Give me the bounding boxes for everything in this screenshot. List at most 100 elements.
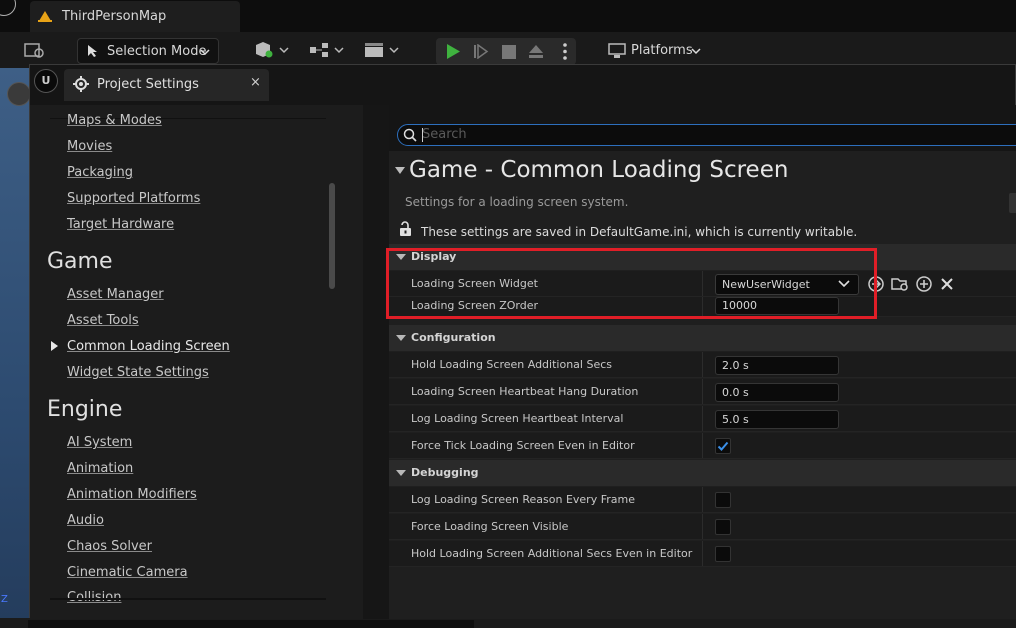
number-input[interactable]: 0.0 s bbox=[715, 383, 839, 402]
nav-item-widget-state-settings[interactable]: Widget State Settings bbox=[67, 365, 209, 380]
nav-item-packaging[interactable]: Packaging bbox=[67, 165, 133, 180]
selection-mode-label: Selection Mode bbox=[107, 44, 207, 59]
more-options-icon[interactable] bbox=[563, 43, 567, 60]
nav-item-movies[interactable]: Movies bbox=[67, 139, 112, 154]
checkbox[interactable] bbox=[715, 492, 731, 508]
project-settings-tab[interactable]: Project Settings × bbox=[64, 69, 269, 101]
cursor-icon bbox=[88, 45, 97, 57]
search-icon bbox=[403, 128, 417, 142]
eject-icon[interactable] bbox=[528, 44, 544, 59]
search-input[interactable]: Search bbox=[397, 124, 1016, 146]
add-new-icon[interactable] bbox=[915, 275, 933, 293]
number-input[interactable]: 5.0 s bbox=[715, 410, 839, 429]
project-settings-window: U Project Settings × Maps & Modes Movies… bbox=[29, 64, 1016, 619]
clear-icon[interactable] bbox=[939, 276, 955, 292]
property-row: Loading Screen Heartbeat Hang Duration 0… bbox=[389, 379, 1016, 405]
nav-item-maps-modes[interactable]: Maps & Modes bbox=[67, 113, 162, 128]
nav-item-animation-modifiers[interactable]: Animation Modifiers bbox=[67, 487, 197, 502]
property-row: Force Loading Screen Visible bbox=[389, 514, 1016, 540]
browse-asset-icon[interactable] bbox=[891, 275, 909, 293]
chevron-down-icon bbox=[200, 49, 210, 56]
property-name: Loading Screen Widget bbox=[411, 277, 538, 290]
settings-panel: Game - Common Loading Screen Settings fo… bbox=[389, 151, 1016, 619]
nav-item-asset-tools[interactable]: Asset Tools bbox=[67, 313, 139, 328]
number-input[interactable]: 2.0 s bbox=[715, 356, 839, 375]
axis-z-label: Z bbox=[1, 594, 8, 605]
nav-item-chaos-solver[interactable]: Chaos Solver bbox=[67, 539, 152, 554]
widget-class-picker[interactable]: NewUserWidget bbox=[715, 274, 859, 295]
window-menu-button[interactable] bbox=[0, 0, 16, 16]
nav-item-audio[interactable]: Audio bbox=[67, 513, 104, 528]
checkmark-icon bbox=[717, 441, 729, 451]
close-tab-button[interactable]: × bbox=[250, 75, 261, 90]
nav-item-asset-manager[interactable]: Asset Manager bbox=[67, 287, 164, 302]
level-icon bbox=[38, 11, 52, 22]
property-name: Log Loading Screen Heartbeat Interval bbox=[411, 412, 624, 425]
advance-frame-icon[interactable] bbox=[473, 44, 489, 59]
blueprint-icon[interactable] bbox=[309, 41, 345, 59]
property-row: Hold Loading Screen Additional Secs 2.0 … bbox=[389, 352, 1016, 378]
map-tab[interactable]: ThirdPersonMap bbox=[30, 1, 240, 32]
property-name: Loading Screen Heartbeat Hang Duration bbox=[411, 385, 639, 398]
project-settings-title: Project Settings bbox=[97, 77, 199, 92]
collapse-arrow-icon[interactable] bbox=[395, 167, 405, 174]
property-row: Hold Loading Screen Additional Secs Even… bbox=[389, 541, 1016, 567]
property-name: Force Tick Loading Screen Even in Editor bbox=[411, 439, 635, 452]
selection-mode-dropdown[interactable]: Selection Mode bbox=[77, 38, 219, 64]
side-panel-tab[interactable] bbox=[1009, 193, 1016, 213]
collapse-arrow-icon bbox=[396, 470, 406, 476]
nav-item-cinematic-camera[interactable]: Cinematic Camera bbox=[67, 565, 188, 580]
property-name: Force Loading Screen Visible bbox=[411, 520, 569, 533]
settings-content: Search Game - Common Loading Screen Sett… bbox=[389, 105, 1016, 619]
property-name: Log Loading Screen Reason Every Frame bbox=[411, 493, 635, 506]
play-controls bbox=[436, 38, 576, 65]
play-icon[interactable] bbox=[445, 43, 461, 60]
content-browser-icon[interactable] bbox=[24, 40, 46, 60]
zorder-input[interactable]: 10000 bbox=[715, 297, 839, 315]
platforms-icon bbox=[608, 43, 626, 58]
checkbox[interactable] bbox=[715, 519, 731, 535]
nav-item-target-hardware[interactable]: Target Hardware bbox=[67, 217, 174, 232]
nav-heading-engine: Engine bbox=[47, 397, 123, 422]
property-name: Hold Loading Screen Additional Secs bbox=[411, 358, 612, 371]
level-viewport[interactable]: Z bbox=[0, 68, 31, 628]
chevron-down-icon bbox=[691, 48, 701, 55]
category-configuration[interactable]: Configuration bbox=[389, 325, 1016, 351]
settings-nav: Maps & Modes Movies Packaging Supported … bbox=[30, 105, 363, 619]
platforms-label: Platforms bbox=[631, 43, 693, 58]
checkbox-checked[interactable] bbox=[715, 438, 731, 454]
nav-item-supported-platforms[interactable]: Supported Platforms bbox=[67, 191, 200, 206]
config-saved-note: These settings are saved in DefaultGame.… bbox=[421, 225, 858, 239]
unreal-logo-icon: U bbox=[34, 69, 58, 93]
stop-icon[interactable] bbox=[502, 45, 516, 59]
property-name: Hold Loading Screen Additional Secs Even… bbox=[411, 547, 693, 560]
panel-divider bbox=[363, 105, 389, 619]
nav-heading-game: Game bbox=[47, 249, 113, 274]
checkbox[interactable] bbox=[715, 546, 731, 562]
category-label: Display bbox=[411, 250, 457, 263]
nav-item-common-loading-screen[interactable]: Common Loading Screen bbox=[67, 339, 230, 354]
nav-item-ai-system[interactable]: AI System bbox=[67, 435, 132, 450]
perspective-cube-icon[interactable] bbox=[7, 82, 31, 106]
cinematics-icon[interactable] bbox=[364, 41, 400, 59]
editor-statusbar bbox=[0, 618, 1016, 628]
search-placeholder: Search bbox=[422, 127, 467, 142]
property-name: Loading Screen ZOrder bbox=[411, 299, 539, 312]
category-debugging[interactable]: Debugging bbox=[389, 460, 1016, 486]
selected-arrow-icon bbox=[51, 341, 58, 351]
property-row: Force Tick Loading Screen Even in Editor bbox=[389, 433, 1016, 459]
map-tab-label: ThirdPersonMap bbox=[62, 9, 167, 24]
collapse-arrow-icon bbox=[396, 254, 406, 260]
page-title: Game - Common Loading Screen bbox=[409, 157, 789, 183]
add-actor-icon[interactable] bbox=[254, 41, 290, 59]
nav-item-animation[interactable]: Animation bbox=[67, 461, 133, 476]
nav-scrollbar[interactable] bbox=[329, 183, 335, 289]
category-display[interactable]: Display bbox=[389, 244, 1016, 270]
property-row: Loading Screen ZOrder 10000 bbox=[389, 297, 1016, 317]
use-selected-icon[interactable] bbox=[867, 275, 885, 293]
text-caret bbox=[422, 128, 423, 142]
chevron-down-icon bbox=[838, 280, 850, 288]
editor-titlebar: ThirdPersonMap bbox=[0, 0, 1016, 32]
unlock-icon bbox=[400, 221, 411, 236]
property-row: Loading Screen Widget NewUserWidget bbox=[389, 271, 1016, 297]
